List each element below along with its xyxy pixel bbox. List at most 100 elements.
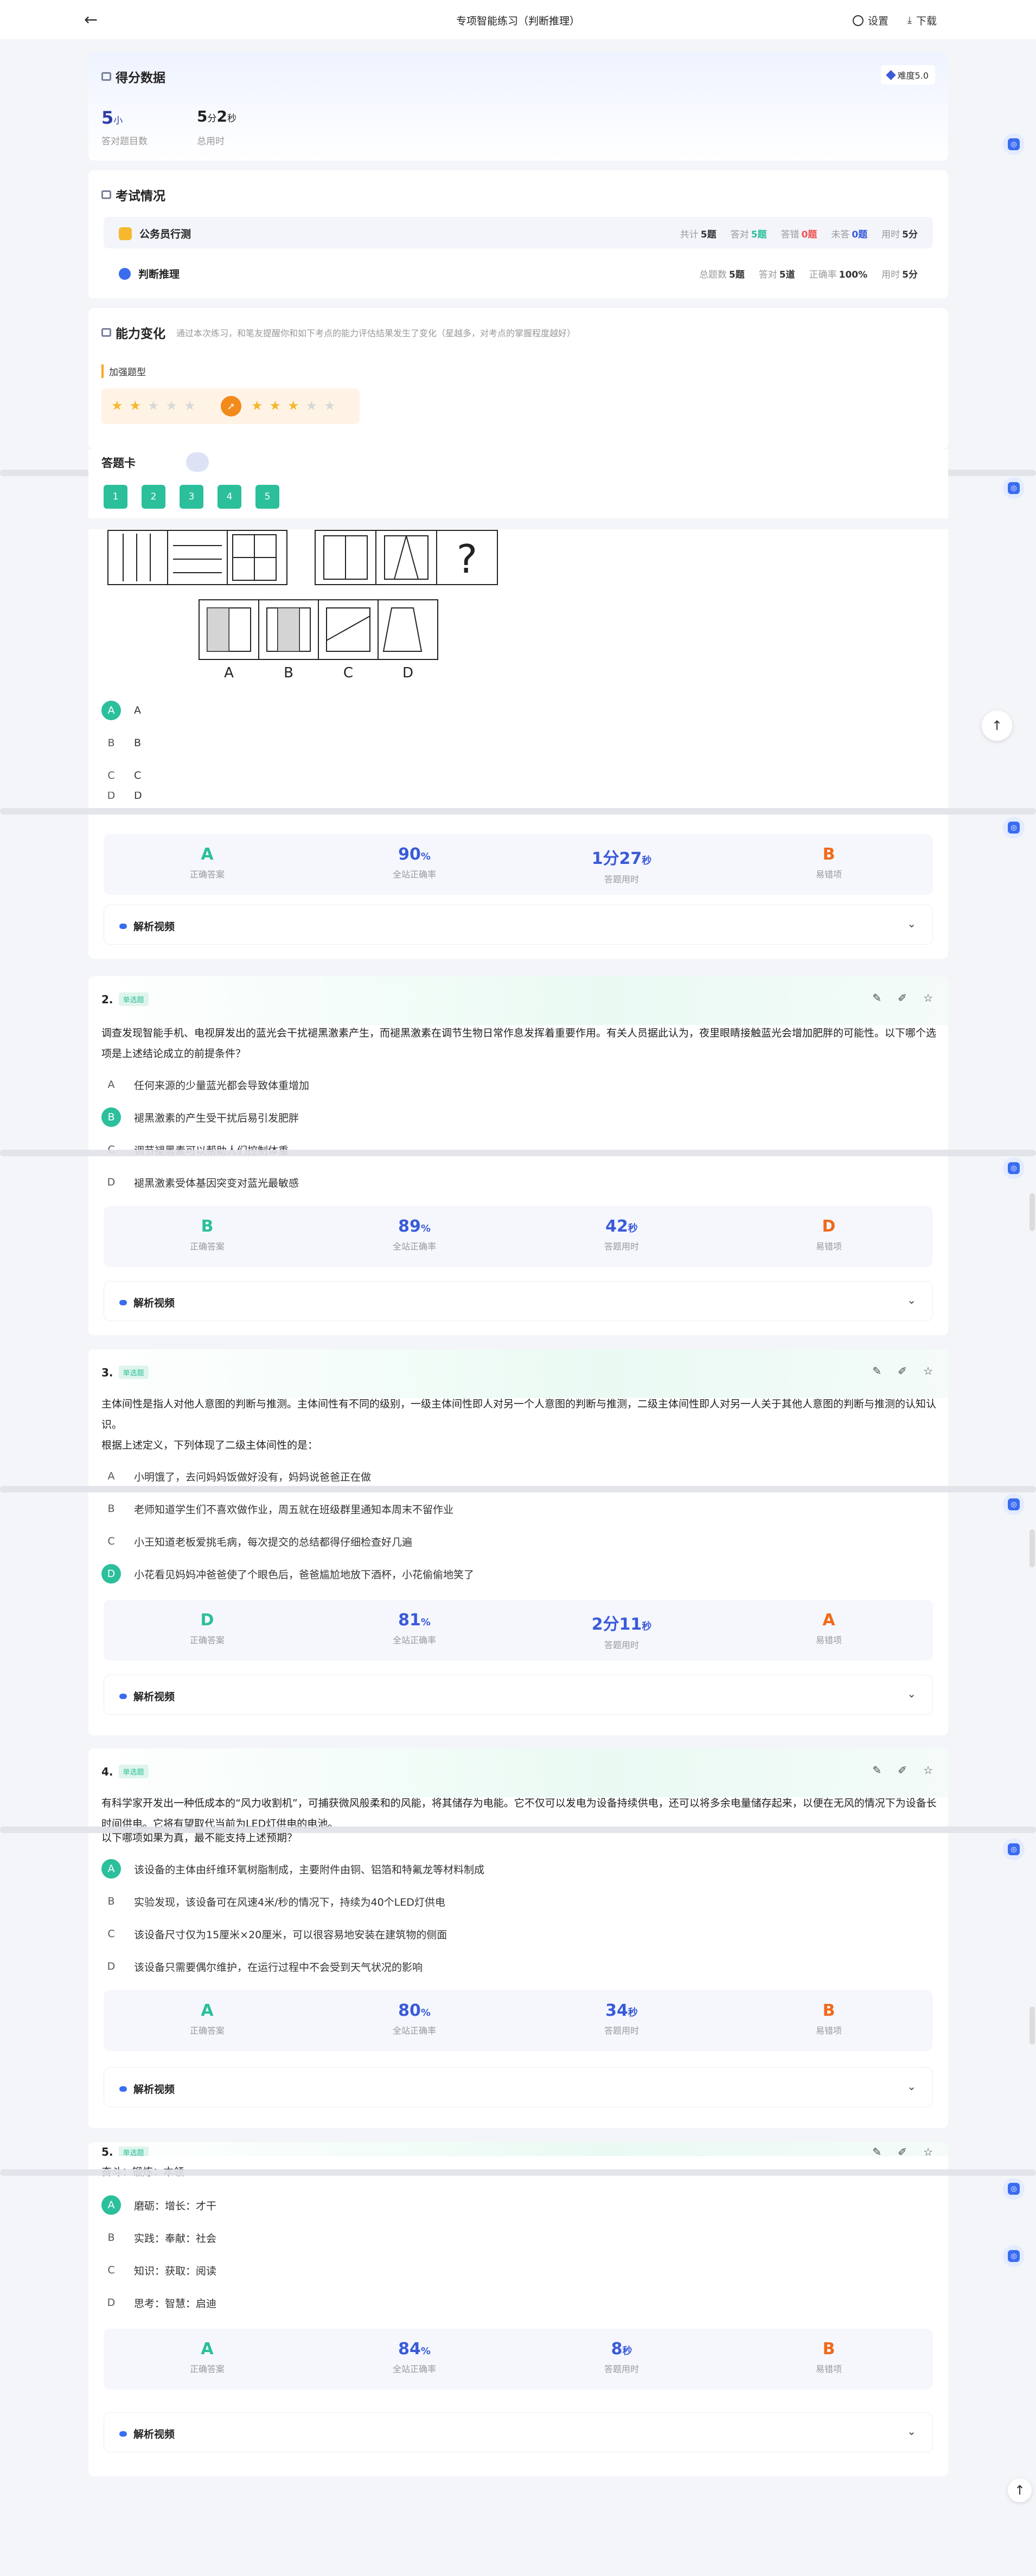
analysis-video-toggle[interactable]: 解析视频 ⌄ xyxy=(104,1281,933,1321)
question-number: 4. 单选题 xyxy=(101,1765,149,1778)
scrollbar-thumb[interactable] xyxy=(1029,1193,1035,1231)
correct-count: 5小 xyxy=(101,107,123,128)
option-d[interactable]: D 该设备只需要偶尔维护，在运行过程中不会受到天气状况的影响 xyxy=(101,1957,423,1976)
answer-summary: A 正确答案 90% 全站正确率 1分27秒 答题用时 B 易错项 xyxy=(104,834,933,895)
correct-count-label: 答对题目数 xyxy=(101,136,148,147)
total-time: 5分2秒 xyxy=(197,107,236,125)
option-b[interactable]: B 实验发现，该设备可在风速4米/秒的情况下，持续为40个LED灯供电 xyxy=(101,1892,445,1911)
divider xyxy=(0,808,1036,815)
answer-summary: B 正确答案 89% 全站正确率 42秒 答题用时 D 易错项 xyxy=(104,1206,933,1267)
star-badge-icon xyxy=(119,227,132,240)
answer-button-1[interactable]: 1 xyxy=(104,485,127,509)
divider xyxy=(0,1827,1036,1833)
question-number: 5. 单选题 xyxy=(101,2146,149,2157)
answer-button-5[interactable]: 5 xyxy=(255,485,279,509)
analysis-video-toggle[interactable]: 解析视频 ⌄ xyxy=(104,1675,933,1715)
chevron-down-icon: ⌄ xyxy=(907,917,916,930)
option-b[interactable]: B 褪黑激素的产生受干扰后易引发肥胖 xyxy=(101,1107,299,1127)
scrollbar-thumb[interactable] xyxy=(1029,2007,1035,2045)
option-a[interactable]: A 小明饿了，去问妈妈饭做好没有，妈妈说爸爸正在做 xyxy=(101,1466,372,1486)
star-icon[interactable]: ☆ xyxy=(923,991,933,1004)
question-number: 2. 单选题 xyxy=(101,992,149,1006)
star-icon[interactable]: ☆ xyxy=(923,2145,933,2156)
assistant-icon[interactable]: ◎ xyxy=(1003,2245,1025,2267)
option-c[interactable]: C 知识：获取：阅读 xyxy=(101,2260,216,2280)
difficulty-badge: 难度5.0 xyxy=(880,65,935,85)
question-prompt: 根据上述定义，下列体现了二级主体间性的是： xyxy=(101,1439,318,1451)
option-b[interactable]: B 实践：奉献：社会 xyxy=(101,2228,216,2247)
download-icon: ⤓ xyxy=(907,15,912,26)
option-d[interactable]: D 褪黑激素受体基因突变对蓝光最敏感 xyxy=(101,1172,299,1192)
option-c[interactable]: C 小王知道老板爱挑毛病，每次提交的总结都得仔细检查好几遍 xyxy=(101,1531,412,1551)
analysis-video-toggle[interactable]: 解析视频 ⌄ xyxy=(104,905,933,945)
assistant-icon[interactable]: ◎ xyxy=(1003,1838,1025,1860)
question-number: 3. 单选题 xyxy=(101,1366,149,1379)
pin-icon[interactable]: ✎ xyxy=(873,1764,882,1777)
analysis-video-toggle[interactable]: 解析视频 ⌄ xyxy=(104,2412,933,2452)
chevron-down-icon: ⌄ xyxy=(907,2425,916,2438)
question-card-3: 3. 单选题 ✎ ✐ ☆ 主体间性是指人对他人意图的判断与推测。主体间性有不同的级别，… xyxy=(88,1349,948,1735)
pin-icon[interactable]: ✎ xyxy=(873,1364,882,1377)
pin-icon[interactable]: ✎ xyxy=(873,991,882,1004)
scrollbar-thumb[interactable] xyxy=(1029,1529,1035,1567)
assistant-icon[interactable]: ◎ xyxy=(1003,133,1025,155)
assistant-icon[interactable]: ◎ xyxy=(1003,1157,1025,1179)
assistant-icon[interactable]: ◎ xyxy=(1003,1494,1025,1515)
edit-icon[interactable]: ✐ xyxy=(898,1364,907,1377)
scroll-to-top-button[interactable]: ↑ xyxy=(1008,2478,1032,2502)
score-card: 得分数据 难度5.0 5小 答对题目数 5分2秒 总用时 xyxy=(88,52,948,161)
answer-button-2[interactable]: 2 xyxy=(142,485,165,509)
question-actions: ✎ ✐ ☆ xyxy=(873,2145,933,2156)
question-actions: ✎ ✐ ☆ xyxy=(873,991,933,1004)
option-a[interactable]: A 磨砺：增长：才干 xyxy=(101,2195,216,2215)
question-actions: ✎ ✐ ☆ xyxy=(873,1364,933,1377)
option-d[interactable]: D 思考：智慧：启迪 xyxy=(101,2293,216,2312)
assistant-icon[interactable]: ◎ xyxy=(1003,477,1025,499)
edit-icon[interactable]: ✐ xyxy=(898,2145,907,2156)
gear-icon xyxy=(853,15,864,26)
option-a[interactable]: AA xyxy=(101,701,141,720)
assistant-icon[interactable]: ◎ xyxy=(1003,817,1025,838)
option-a[interactable]: A 该设备的主体由纤维环氧树脂制成，主要附件由铜、铝箔和特氟龙等材料制成 xyxy=(101,1859,484,1879)
settings-button[interactable]: 设置 xyxy=(853,13,888,28)
analysis-video-toggle[interactable]: 解析视频 ⌄ xyxy=(104,2067,933,2107)
chevron-down-icon: ⌄ xyxy=(907,1687,916,1700)
answer-button-3[interactable]: 3 xyxy=(180,485,203,509)
figure-label-b: B xyxy=(284,665,293,681)
chart-icon xyxy=(101,72,111,81)
chevron-down-icon: ⌄ xyxy=(907,2080,916,2093)
ability-title: 能力变化 通过本次练习，和笔友提醒你和如下考点的能力评估结果发生了变化（星越多，对… xyxy=(101,323,575,342)
option-d[interactable]: DD xyxy=(101,792,142,799)
video-icon xyxy=(119,923,127,929)
exam-card: 考试情况 公务员行测 共计 5题 答对 5题 答错 0题 未答 0题 用时 5分 判断推理… xyxy=(88,170,948,298)
exam-row-judgment[interactable]: 判断推理 总题数 5题 答对 5道 正确率 100% 用时 5分 xyxy=(104,257,933,289)
option-d[interactable]: D 小花看见妈妈冲爸爸使了个眼色后，爸爸尴尬地放下酒杯，小花偷偷地笑了 xyxy=(101,1564,474,1584)
download-button[interactable]: ⤓ 下载 xyxy=(907,13,937,28)
exam-row-civil[interactable]: 公务员行测 共计 5题 答对 5题 答错 0题 未答 0题 用时 5分 xyxy=(104,217,933,248)
edit-icon[interactable]: ✐ xyxy=(898,1764,907,1777)
answer-summary: D 正确答案 81% 全站正确率 2分11秒 答题用时 A 易错项 xyxy=(104,1600,933,1661)
video-icon xyxy=(119,2431,127,2437)
answer-summary: A 正确答案 84% 全站正确率 8秒 答题用时 B 易错项 xyxy=(104,2329,933,2389)
toggle-tab[interactable] xyxy=(186,452,209,472)
edit-icon[interactable]: ✐ xyxy=(898,991,907,1004)
question-card-1: ? A B C D AA BB CC DD A 正确答案 90% 全站正确率 1分2… xyxy=(88,529,948,959)
answer-button-4[interactable]: 4 xyxy=(218,485,241,509)
video-icon xyxy=(119,1299,127,1305)
chevron-down-icon: ⌄ xyxy=(907,1293,916,1306)
figure-label-a: A xyxy=(224,665,234,681)
diamond-icon xyxy=(885,69,896,80)
option-c[interactable]: CC xyxy=(101,766,141,785)
figure-label-c: C xyxy=(343,665,353,681)
option-b[interactable]: BB xyxy=(101,733,141,753)
pin-icon[interactable]: ✎ xyxy=(873,2145,882,2156)
star-icon[interactable]: ☆ xyxy=(923,1364,933,1377)
star-icon[interactable]: ☆ xyxy=(923,1764,933,1777)
question-text: 调查发现智能手机、电视屏发出的蓝光会干扰褪黑激素产生，而褪黑激素在调节生物日常作… xyxy=(101,1027,937,1060)
option-b[interactable]: B 老师知道学生们不喜欢做作业，周五就在班级群里通知本周末不留作业 xyxy=(101,1499,453,1518)
assistant-icon[interactable]: ◎ xyxy=(1003,2178,1025,2200)
divider xyxy=(0,1486,1036,1492)
scroll-to-top-button[interactable]: ↑ xyxy=(982,710,1012,741)
option-c[interactable]: C 该设备尺寸仅为15厘米×20厘米，可以很容易地安装在建筑物的侧面 xyxy=(101,1924,447,1944)
option-a[interactable]: A 任何来源的少量蓝光都会导致体重增加 xyxy=(101,1075,310,1094)
